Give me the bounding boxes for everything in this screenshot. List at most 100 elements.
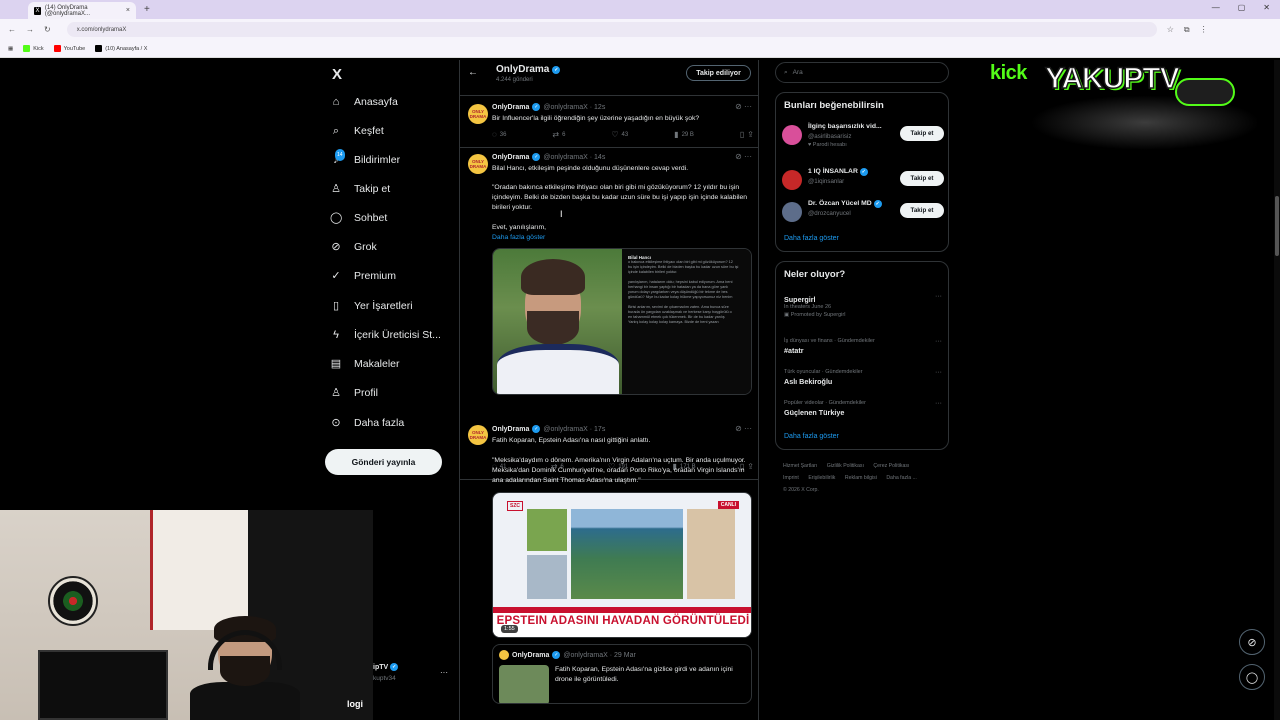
x-logo-icon[interactable]: X [332,66,342,83]
show-more-link[interactable]: Daha fazla göster [784,433,839,440]
footer-link[interactable]: Hizmet Şartları [783,463,817,469]
photo-shirt [497,344,619,394]
trend-item[interactable]: Türk oyuncular · Gündemdekiler Aslı Beki… [784,369,942,386]
trend-title: Aslı Bekiroğlu [784,377,833,386]
apps-icon[interactable]: ▦ [8,46,13,52]
nav-premium[interactable]: ✓ Premium [330,270,396,282]
following-button[interactable]: Takip ediliyor [686,65,751,81]
nav-notifications[interactable]: ♪14 Bildirimler [330,149,400,166]
search-input[interactable]: ⌕ Ara [775,62,949,83]
views-icon: ▮ [674,130,679,139]
profile-name-text: OnlyDrama [496,64,550,75]
suggested-user[interactable]: 1 IQ İNSANLAR ✓ @1iqinsanlar Takip et [782,168,944,194]
follow-button[interactable]: Takip et [900,203,944,218]
tweet-video[interactable]: SZC CANLI EPSTEIN ADASINI HAVADAN GÖRÜNT… [492,492,752,638]
author-name[interactable]: OnlyDrama [492,154,529,161]
show-more-link[interactable]: Daha fazla göster [492,233,754,243]
nav-home[interactable]: ⌂ Anasayfa [330,96,398,108]
webcam-window [150,510,248,630]
scrollbar-thumb[interactable] [1275,196,1279,256]
nav-grok[interactable]: ⊘ Grok [330,241,376,253]
bookmark-label: YouTube [63,45,86,52]
minimize-icon[interactable]: — [1212,3,1220,12]
tweet-menu-icon[interactable]: ⊘ ··· [735,102,752,111]
nav-explore[interactable]: ⌕ Keşfet [330,125,384,137]
tweet-menu-icon[interactable]: ⊘ ··· [735,152,752,161]
trend-context: Popüler videolar · Gündemdekiler [784,400,866,406]
trend-menu-icon[interactable]: ··· [935,293,942,300]
like-button[interactable]: ♡ 43 [611,130,628,139]
author-name[interactable]: OnlyDrama [492,104,529,111]
nav-articles[interactable]: ▤ Makaleler [330,358,400,370]
reply-button[interactable]: ◌ 36 [492,130,506,139]
close-window-icon[interactable]: ✕ [1263,3,1270,12]
views-button[interactable]: ▮ 29 B [674,130,694,139]
browser-tab[interactable]: X (14) OnlyDrama (@onlydramaX... × [28,2,136,19]
back-icon[interactable]: ← [8,25,16,34]
account-menu-icon[interactable]: ··· [440,668,448,677]
trend-item[interactable]: Popüler videolar · Gündemdekiler Güçlene… [784,400,942,417]
new-tab-button[interactable]: + [144,4,150,15]
channel-logo: YAKUPTV [1044,58,1230,120]
nav-follow[interactable]: ♙ Takip et [330,183,390,195]
bookmark-x[interactable]: (10) Anasayfa / X [95,45,147,52]
tweet-text: Fatih Koparan, Epstein Adası'na nasıl gi… [492,437,651,444]
grok-float-button[interactable]: ⊘ [1239,629,1265,655]
footer-link[interactable]: Çerez Politikası [873,463,909,469]
follow-button[interactable]: Takip et [900,171,944,186]
follow-button[interactable]: Takip et [900,126,944,141]
nav-creator-studio[interactable]: ϟ İçerik Üreticisi St... [330,329,441,341]
tweet[interactable]: ONLY DRAMA OnlyDrama ✓ @onlydramaX · 17s ⊘ … [460,420,758,720]
footer-link[interactable]: Gizlilik Politikası [827,463,864,469]
star-icon[interactable]: ☆ [1167,25,1174,34]
bookmarks-bar: ▦ Kick YouTube (10) Anasayfa / X [0,40,1280,58]
url-text: x.com/onlydramaX [76,26,127,33]
nav-profile[interactable]: ♙ Profil [330,387,378,399]
footer-link[interactable]: Daha fazla ... [886,475,917,481]
tab-close-button[interactable]: × [126,7,130,14]
show-more-link[interactable]: Daha fazla göster [784,235,839,242]
nav-label: Anasayfa [354,96,398,108]
repost-button[interactable]: ⇄ 6 [552,130,565,139]
nav-bookmarks[interactable]: ▯ Yer İşaretleri [330,300,413,312]
avatar[interactable]: ONLY DRAMA [468,425,488,445]
bookmark-youtube[interactable]: YouTube [53,45,86,52]
trend-item[interactable]: İş dünyası ve finans · Gündemdekiler #at… [784,338,942,355]
scrollbar[interactable] [1274,60,1280,720]
trend-item[interactable]: Supergirl In theaters June 26 ▣ Promoted… [784,293,942,318]
post-button[interactable]: Gönderi yayınla [325,449,442,475]
forward-icon[interactable]: → [26,25,34,34]
footer-link[interactable]: Imprint [783,475,799,481]
menu-icon[interactable]: ⋮ [1200,25,1208,34]
url-field[interactable]: x.com/onlydramaX [66,22,1157,37]
nav-chat[interactable]: ◯ Sohbet [330,212,387,224]
footer-link[interactable]: Reklam bilgisi [845,475,877,481]
back-arrow-icon[interactable]: ← [468,67,478,78]
avatar[interactable]: ONLY DRAMA [468,154,488,174]
reload-icon[interactable]: ↻ [44,25,51,34]
nav-more[interactable]: ⊙ Daha fazla [330,417,404,429]
suggested-user[interactable]: Dr. Özcan Yücel MD ✓ @drozcanyucel Takip… [782,200,944,226]
tweet-menu-icon[interactable]: ⊘ ··· [735,424,752,433]
trend-menu-icon[interactable]: ··· [935,369,942,376]
promoted-label: ▣ Promoted by Supergirl [784,312,942,318]
share-icon[interactable]: ⇪ [747,130,754,139]
bookmark-button[interactable]: ▯ ⇪ [740,130,754,139]
account-name[interactable]: ipTV ✓ [373,663,399,671]
user-name-text: 1 IQ İNSANLAR [808,168,858,175]
trend-menu-icon[interactable]: ··· [935,400,942,407]
tweet-media[interactable]: Bilal Hancı o bakınca etkileşime ihtiyac… [492,248,752,395]
account-name-text: ipTV [373,663,389,671]
tweet[interactable]: ONLY DRAMA OnlyDrama ✓ @onlydramaX · 12s ⊘ … [460,96,758,148]
extensions-icon[interactable]: ⧉ [1184,25,1190,35]
suggested-user[interactable]: İlginç başarısızlık vid... @asirlibasari… [782,123,944,149]
messages-float-button[interactable]: ◯ [1239,664,1265,690]
bookmark-kick[interactable]: Kick [23,45,44,52]
user-label-text: Parodi hesabı [812,142,847,148]
footer-link[interactable]: Erişilebilirlik [808,475,835,481]
trend-menu-icon[interactable]: ··· [935,338,942,345]
maximize-icon[interactable]: ▢ [1238,3,1246,12]
author-name[interactable]: OnlyDrama [492,426,529,433]
quoted-tweet[interactable]: OnlyDrama ✓ @onlydramaX · 29 Mar Fatih Kop… [492,644,752,704]
avatar[interactable]: ONLY DRAMA [468,104,488,124]
